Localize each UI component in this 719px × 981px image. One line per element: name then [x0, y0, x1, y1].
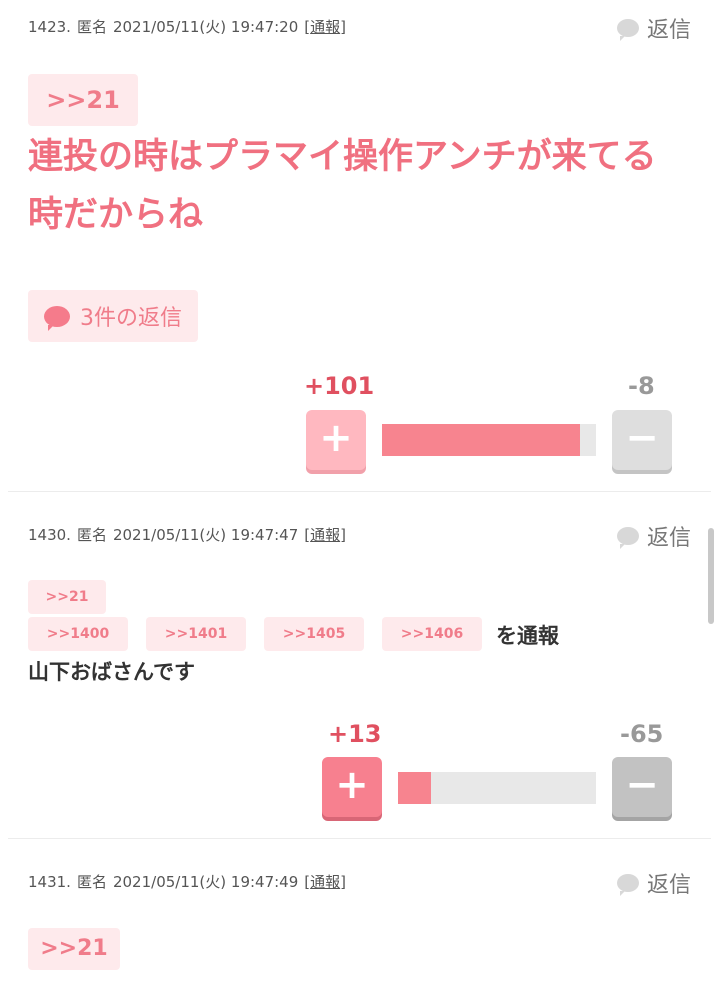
reply-button[interactable]: 返信 — [616, 12, 691, 44]
anchor-link[interactable]: >>1405 — [264, 617, 364, 651]
comment-number: 1423. — [28, 18, 71, 36]
reply-label: 返信 — [646, 18, 691, 43]
comment-meta: 1431. 匿名 2021/05/11(火) 19:47:49 [通報] — [28, 873, 346, 891]
vote-bar-fill — [398, 772, 432, 804]
plus-button[interactable]: + — [322, 757, 382, 817]
comment-meta: 1430. 匿名 2021/05/11(火) 19:47:47 [通報] — [28, 526, 346, 544]
divider — [8, 838, 711, 839]
report-link[interactable]: 通報 — [310, 18, 340, 36]
minus-icon: − — [625, 415, 659, 461]
scrollbar[interactable] — [708, 528, 714, 624]
speech-bubble-icon — [616, 19, 639, 41]
vote-bar — [398, 772, 596, 804]
anchor-link[interactable]: >>21 — [28, 74, 138, 126]
speech-bubble-icon — [616, 874, 639, 896]
reply-button[interactable]: 返信 — [616, 520, 691, 552]
speech-bubble-icon — [616, 527, 639, 549]
comment-date: 2021/05/11(火) 19:47:20 — [112, 18, 299, 36]
report-link[interactable]: 通報 — [310, 873, 340, 891]
comment-meta: 1423. 匿名 2021/05/11(火) 19:47:20 [通報] — [28, 18, 346, 36]
plus-count: +101 — [304, 372, 375, 400]
replies-label: 3件の返信 — [80, 306, 182, 331]
comment-author: 匿名 — [76, 526, 107, 544]
comment-number: 1430. — [28, 526, 71, 544]
minus-count: -8 — [628, 372, 655, 400]
vote-bar-fill — [382, 424, 581, 456]
reply-label: 返信 — [646, 526, 691, 551]
replies-button[interactable]: 3件の返信 — [28, 290, 198, 342]
anchor-link[interactable]: >>1406 — [382, 617, 482, 651]
anchor-link[interactable]: >>21 — [28, 580, 106, 614]
minus-button[interactable]: − — [612, 410, 672, 470]
plus-count: +13 — [328, 720, 382, 748]
vote-bar — [382, 424, 596, 456]
anchor-link[interactable]: >>21 — [28, 928, 120, 970]
plus-icon: + — [335, 762, 369, 808]
anchor-link[interactable]: >>1400 — [28, 617, 128, 651]
reply-label: 返信 — [646, 873, 691, 898]
minus-icon: − — [625, 762, 659, 808]
comment-author: 匿名 — [76, 873, 107, 891]
minus-button[interactable]: − — [612, 757, 672, 817]
comment-text: 連投の時はプラマイ操作アンチが来てる時だからね — [28, 137, 657, 235]
anchors-suffix: を通報 — [496, 624, 559, 648]
plus-icon: + — [319, 415, 353, 461]
speech-bubble-icon — [44, 305, 70, 331]
comment-number: 1431. — [28, 873, 71, 891]
reply-button[interactable]: 返信 — [616, 867, 691, 899]
plus-button[interactable]: + — [306, 410, 366, 470]
comment-text: 山下おばさんです — [28, 660, 195, 684]
divider — [8, 491, 711, 492]
comment-author: 匿名 — [76, 18, 107, 36]
anchor-link[interactable]: >>1401 — [146, 617, 246, 651]
minus-count: -65 — [620, 720, 664, 748]
comment-date: 2021/05/11(火) 19:47:47 — [112, 526, 299, 544]
comment-date: 2021/05/11(火) 19:47:49 — [112, 873, 299, 891]
report-link[interactable]: 通報 — [310, 526, 340, 544]
